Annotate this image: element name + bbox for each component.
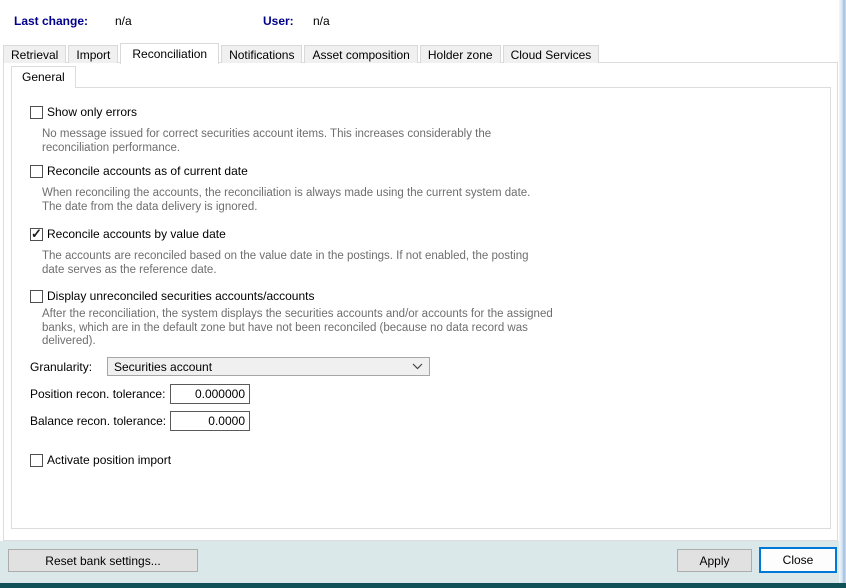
tab-retrieval[interactable]: Retrieval — [3, 45, 66, 63]
reset-bank-settings-button[interactable]: Reset bank settings... — [8, 549, 198, 572]
checkbox-reconcile-value-date[interactable]: Reconcile accounts by value date — [30, 227, 226, 241]
option-description: When reconciling the accounts, the recon… — [42, 187, 530, 214]
main-tabstrip: Retrieval Import Reconciliation Notifica… — [3, 43, 601, 63]
tab-holder-zone[interactable]: Holder zone — [420, 45, 501, 63]
chevron-down-icon — [412, 363, 423, 370]
user-value: n/a — [313, 14, 330, 28]
tab-notifications[interactable]: Notifications — [221, 45, 302, 63]
option-description: The accounts are reconciled based on the… — [42, 250, 529, 277]
checkbox-show-only-errors[interactable]: Show only errors — [30, 105, 137, 119]
position-tolerance-label: Position recon. tolerance: — [30, 387, 165, 401]
checkbox-display-unreconciled[interactable]: Display unreconciled securities accounts… — [30, 289, 314, 303]
position-tolerance-input[interactable] — [170, 384, 250, 404]
footer-bar: Reset bank settings... Apply Close — [0, 541, 839, 583]
checkbox-icon[interactable] — [30, 290, 43, 303]
tab-import[interactable]: Import — [68, 45, 118, 63]
checkbox-icon[interactable] — [30, 228, 43, 241]
window-right-border — [839, 0, 846, 583]
granularity-select[interactable]: Securities account — [107, 357, 430, 376]
tab-reconciliation[interactable]: Reconciliation — [120, 43, 219, 64]
checkbox-icon[interactable] — [30, 106, 43, 119]
tab-general[interactable]: General — [11, 66, 76, 88]
user-label: User: — [263, 14, 294, 28]
checkbox-icon[interactable] — [30, 454, 43, 467]
checkbox-label: Show only errors — [47, 105, 137, 119]
granularity-label: Granularity: — [30, 360, 92, 374]
general-subpage: Show only errors No message issued for c… — [11, 87, 831, 529]
checkbox-reconcile-current-date[interactable]: Reconcile accounts as of current date — [30, 164, 248, 178]
reconciliation-tabpage: General Show only errors No message issu… — [3, 62, 838, 541]
checkbox-label: Display unreconciled securities accounts… — [47, 289, 314, 303]
last-change-value: n/a — [115, 14, 132, 28]
window-bottom-border — [0, 583, 846, 588]
option-description: After the reconciliation, the system dis… — [42, 308, 553, 349]
bank-settings-window: Last change: n/a User: n/a Retrieval Imp… — [0, 0, 846, 588]
tab-asset-composition[interactable]: Asset composition — [304, 45, 417, 63]
balance-tolerance-input[interactable] — [170, 411, 250, 431]
checkbox-label: Activate position import — [47, 453, 171, 467]
tab-cloud-services[interactable]: Cloud Services — [503, 45, 600, 63]
apply-button[interactable]: Apply — [677, 549, 752, 572]
checkbox-label: Reconcile accounts by value date — [47, 227, 226, 241]
balance-tolerance-label: Balance recon. tolerance: — [30, 414, 166, 428]
option-description: No message issued for correct securities… — [42, 128, 491, 155]
checkbox-activate-position-import[interactable]: Activate position import — [30, 453, 171, 467]
checkbox-label: Reconcile accounts as of current date — [47, 164, 248, 178]
granularity-selected-value: Securities account — [114, 360, 408, 374]
last-change-label: Last change: — [14, 14, 88, 28]
checkbox-icon[interactable] — [30, 165, 43, 178]
close-button[interactable]: Close — [759, 547, 837, 573]
